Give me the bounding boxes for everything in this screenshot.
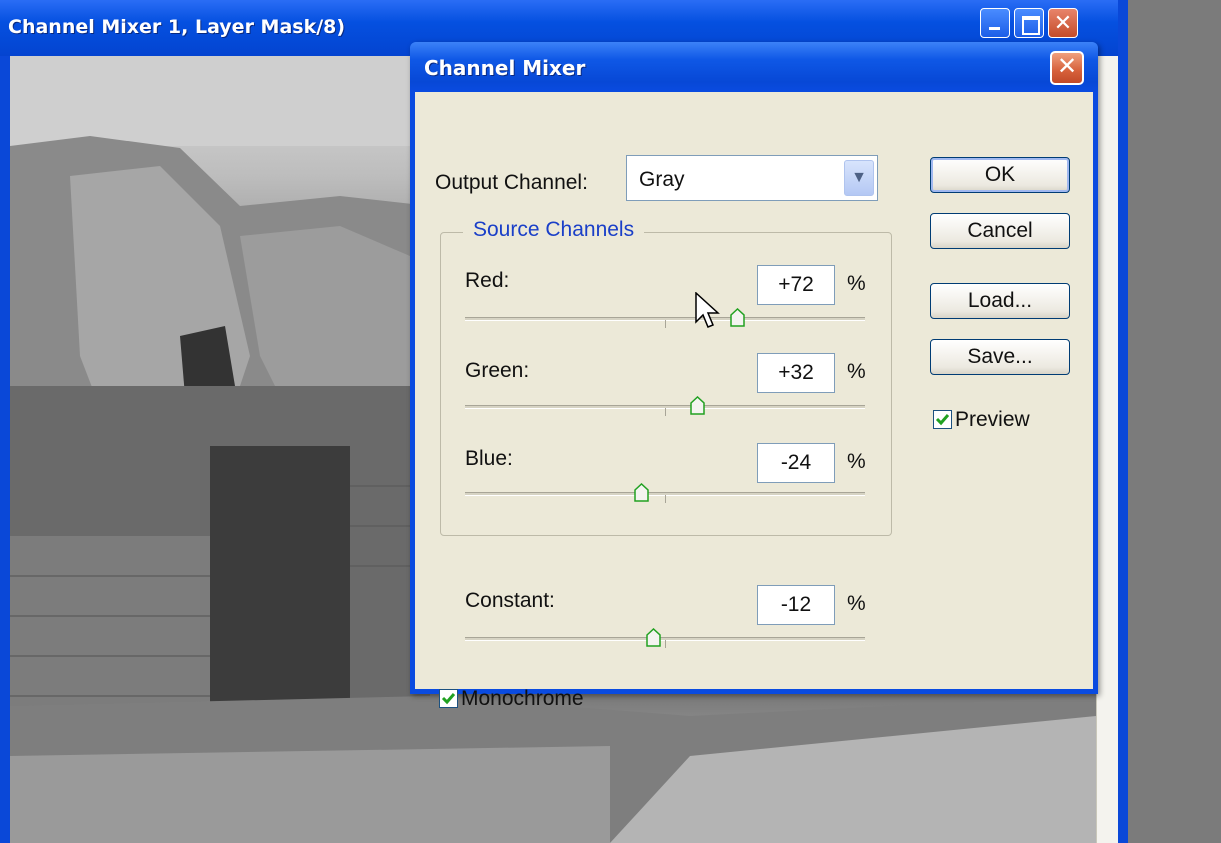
chevron-down-icon[interactable]: ▼ — [844, 160, 874, 196]
constant-slider[interactable] — [465, 628, 865, 648]
preview-label: Preview — [955, 408, 1030, 431]
red-slider-thumb[interactable] — [729, 308, 745, 327]
checkmark-icon — [441, 693, 456, 705]
dialog-titlebar[interactable]: Channel Mixer ✕ — [410, 42, 1098, 92]
preview-checkbox[interactable] — [933, 410, 952, 429]
constant-label: Constant: — [465, 589, 555, 612]
save-button[interactable]: Save... — [930, 339, 1070, 375]
green-unit: % — [847, 360, 866, 383]
dialog-title: Channel Mixer — [424, 56, 586, 80]
source-channels-legend: Source Channels — [463, 218, 645, 242]
output-channel-label: Output Channel: — [435, 171, 588, 194]
constant-unit: % — [847, 592, 866, 615]
ok-button[interactable]: OK — [930, 157, 1070, 193]
channel-mixer-dialog: Channel Mixer ✕ Output Channel: Gray ▼ S… — [410, 42, 1098, 710]
blue-slider[interactable] — [465, 483, 865, 503]
green-input[interactable]: +32 — [757, 353, 835, 393]
blue-unit: % — [847, 450, 866, 473]
output-channel-value: Gray — [639, 168, 685, 191]
red-label: Red: — [465, 269, 510, 292]
maximize-button[interactable] — [1014, 8, 1044, 38]
monochrome-label: Monochrome — [461, 687, 584, 710]
close-icon: ✕ — [1056, 53, 1078, 80]
slider-center-tick — [665, 640, 666, 648]
red-unit: % — [847, 272, 866, 295]
blue-slider-thumb[interactable] — [633, 483, 649, 502]
minimize-button[interactable] — [980, 8, 1010, 38]
document-close-button[interactable]: ✕ — [1048, 8, 1078, 38]
document-title: Channel Mixer 1, Layer Mask/8) — [8, 16, 346, 38]
constant-slider-thumb[interactable] — [645, 628, 661, 647]
slider-center-tick — [665, 495, 666, 503]
window-border — [1118, 0, 1128, 843]
green-slider-thumb[interactable] — [689, 396, 705, 415]
document-scrollbar[interactable] — [1096, 56, 1118, 843]
mouse-cursor-icon — [695, 292, 720, 328]
dialog-body: Output Channel: Gray ▼ Source Channels R… — [415, 92, 1093, 710]
minimize-icon — [981, 9, 1009, 37]
output-channel-select[interactable]: Gray ▼ — [626, 155, 878, 201]
red-slider[interactable] — [465, 308, 865, 328]
slider-center-tick — [665, 408, 666, 416]
workspace-background — [1128, 0, 1221, 843]
blue-label: Blue: — [465, 447, 513, 470]
checkmark-icon — [935, 414, 950, 426]
dialog-close-button[interactable]: ✕ — [1050, 51, 1084, 85]
red-input[interactable]: +72 — [757, 265, 835, 305]
green-slider[interactable] — [465, 396, 865, 416]
load-button[interactable]: Load... — [930, 283, 1070, 319]
maximize-icon — [1015, 9, 1043, 37]
slider-center-tick — [665, 320, 666, 328]
monochrome-checkbox[interactable] — [439, 689, 458, 708]
constant-input[interactable]: -12 — [757, 585, 835, 625]
blue-input[interactable]: -24 — [757, 443, 835, 483]
cancel-button[interactable]: Cancel — [930, 213, 1070, 249]
close-icon: ✕ — [1053, 10, 1073, 35]
green-label: Green: — [465, 359, 530, 382]
